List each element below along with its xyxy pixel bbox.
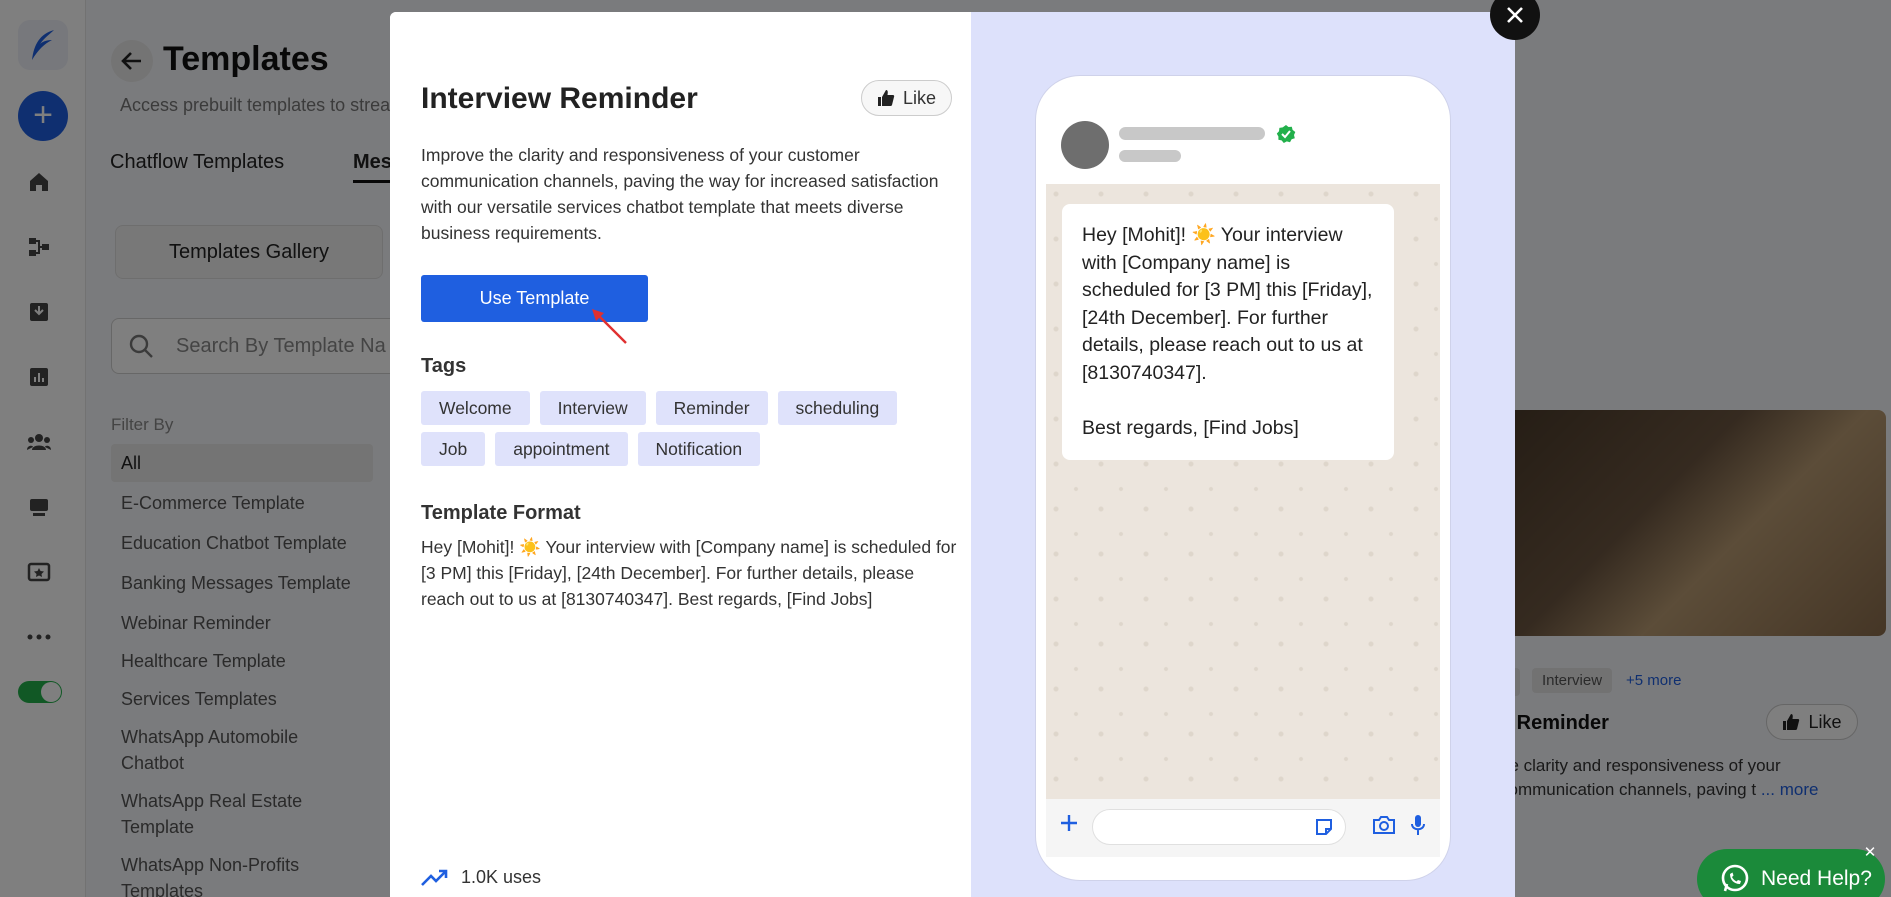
tag-chip[interactable]: Notification bbox=[637, 432, 761, 466]
message-bubble: Hey [Mohit]! ☀️ Your interview with [Com… bbox=[1062, 204, 1394, 460]
close-help-icon[interactable]: ✕ bbox=[1860, 843, 1880, 863]
like-label: Like bbox=[902, 87, 937, 108]
need-help-label: Need Help? bbox=[1761, 867, 1872, 890]
contact-avatar bbox=[1061, 121, 1109, 169]
plus-icon[interactable] bbox=[1058, 812, 1080, 834]
tag-list: Welcome Interview Reminder scheduling Jo… bbox=[421, 391, 961, 466]
template-description: Improve the clarity and responsiveness o… bbox=[421, 145, 939, 243]
template-title: Interview Reminder bbox=[421, 82, 698, 115]
tag-chip[interactable]: Interview bbox=[539, 391, 646, 425]
verified-badge-icon bbox=[1276, 125, 1296, 143]
chat-area: Hey [Mohit]! ☀️ Your interview with [Com… bbox=[1046, 184, 1440, 799]
tag-chip[interactable]: Job bbox=[421, 432, 486, 466]
camera-icon[interactable] bbox=[1372, 815, 1396, 835]
template-format-body: Hey [Mohit]! ☀️ Your interview with [Com… bbox=[421, 537, 957, 609]
like-button[interactable]: Like bbox=[861, 80, 952, 116]
whatsapp-preview-panel: Hey [Mohit]! ☀️ Your interview with [Com… bbox=[971, 12, 1515, 897]
tag-chip[interactable]: scheduling bbox=[777, 391, 898, 425]
template-details-panel: Interview Reminder Like Improve the clar… bbox=[390, 12, 971, 897]
whatsapp-icon bbox=[1721, 864, 1749, 892]
thumbs-up-icon bbox=[877, 90, 895, 106]
tags-heading: Tags bbox=[421, 355, 467, 377]
need-help-button[interactable]: Need Help? bbox=[1697, 849, 1885, 897]
contact-status-placeholder bbox=[1119, 150, 1181, 162]
phone-mockup: Hey [Mohit]! ☀️ Your interview with [Com… bbox=[1036, 76, 1450, 880]
pointer-arrow-icon bbox=[592, 309, 627, 344]
close-icon bbox=[1507, 7, 1523, 23]
sticker-icon[interactable] bbox=[1314, 817, 1334, 837]
microphone-icon[interactable] bbox=[1410, 814, 1426, 836]
template-detail-modal: Interview Reminder Like Improve the clar… bbox=[390, 12, 1515, 897]
trending-up-icon bbox=[421, 869, 448, 886]
contact-name-placeholder bbox=[1119, 127, 1265, 140]
usage-count: 1.0K uses bbox=[421, 867, 541, 888]
message-input[interactable] bbox=[1092, 809, 1346, 845]
usage-count-label: 1.0K uses bbox=[461, 867, 542, 887]
template-format-heading: Template Format bbox=[421, 502, 581, 524]
message-composer bbox=[1046, 799, 1440, 857]
tag-chip[interactable]: Reminder bbox=[655, 391, 768, 425]
tag-chip[interactable]: appointment bbox=[495, 432, 628, 466]
tag-chip[interactable]: Welcome bbox=[421, 391, 530, 425]
